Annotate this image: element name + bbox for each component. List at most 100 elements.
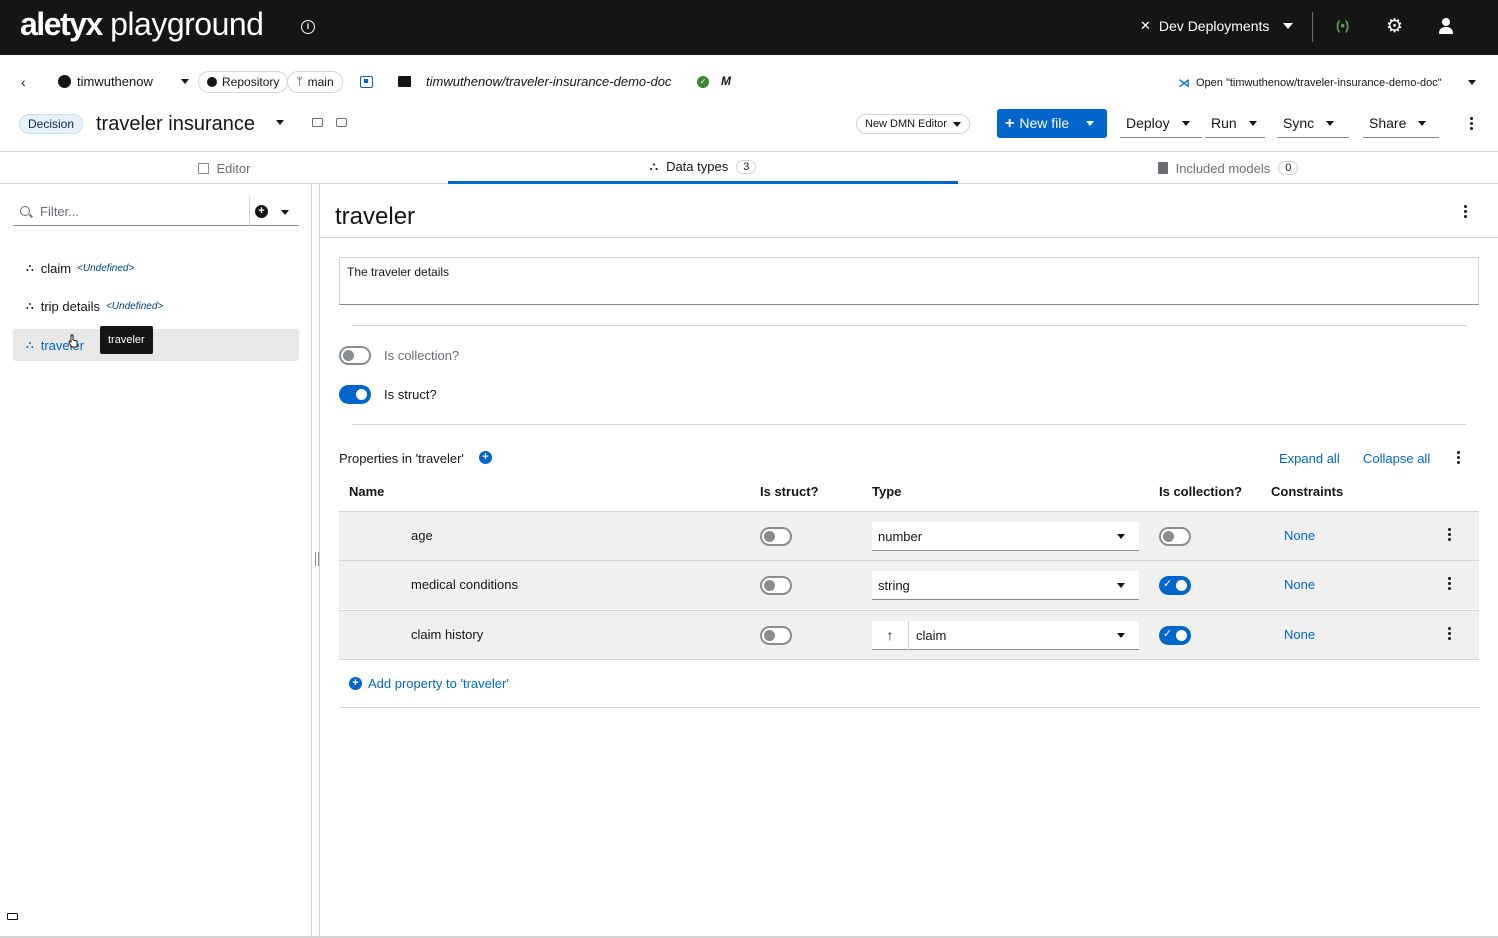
data-type-icon: ⛬ bbox=[26, 261, 34, 274]
connection-status-icon[interactable]: (•) bbox=[1336, 18, 1349, 33]
description-field[interactable]: The traveler details bbox=[339, 257, 1479, 305]
run-button[interactable]: Run bbox=[1205, 109, 1265, 138]
is-struct-toggle[interactable] bbox=[760, 576, 792, 595]
is-collection-toggle[interactable] bbox=[1159, 626, 1191, 645]
filter-input[interactable] bbox=[40, 203, 240, 219]
brand-logo[interactable]: aletyx playground bbox=[20, 6, 264, 43]
chevron-down-icon bbox=[1326, 120, 1335, 126]
is-collection-toggle[interactable] bbox=[1159, 527, 1191, 546]
add-property-button[interactable]: + Add property to 'traveler' bbox=[349, 676, 509, 691]
collapse-all-link[interactable]: Collapse all bbox=[1363, 451, 1430, 466]
repository-path: timwuthenow/traveler-insurance-demo-doc bbox=[426, 74, 672, 89]
dev-deployments-menu[interactable]: ✕ Dev Deployments bbox=[1140, 18, 1294, 34]
model-title[interactable]: traveler insurance bbox=[96, 113, 255, 136]
column-header-is-struct: Is struct? bbox=[760, 484, 819, 499]
deploy-label: Deploy bbox=[1126, 115, 1170, 131]
add-data-type-icon[interactable]: + bbox=[255, 205, 268, 218]
is-struct-toggle[interactable] bbox=[760, 527, 792, 546]
sidebar-item-trip-details[interactable]: ⛬ trip details <Undefined> bbox=[13, 290, 299, 322]
tooltip: traveler bbox=[100, 326, 153, 354]
new-file-button[interactable]: + New file bbox=[997, 109, 1107, 138]
chevron-down-icon[interactable] bbox=[1468, 80, 1476, 85]
data-type-title[interactable]: traveler bbox=[335, 203, 415, 231]
tab-data-types[interactable]: ⛬ Data types 3 bbox=[448, 152, 958, 184]
add-property-icon[interactable]: + bbox=[479, 451, 492, 464]
divider bbox=[1312, 12, 1313, 42]
back-icon[interactable]: ‹ bbox=[21, 74, 26, 90]
folder-icon bbox=[398, 76, 411, 87]
arrow-up-icon[interactable]: ↑ bbox=[872, 621, 909, 650]
divider bbox=[339, 707, 1479, 708]
column-header-type: Type bbox=[872, 484, 902, 499]
share-button[interactable]: Share bbox=[1363, 109, 1439, 138]
type-value: string bbox=[878, 578, 910, 593]
more-options-icon[interactable] bbox=[1464, 205, 1467, 218]
repository-label: Repository bbox=[222, 75, 280, 89]
property-name[interactable]: age bbox=[411, 528, 433, 543]
account-selector[interactable]: timwuthenow bbox=[58, 74, 189, 89]
more-options-icon[interactable] bbox=[1448, 627, 1451, 640]
open-in-vscode-label: Open "timwuthenow/traveler-insurance-dem… bbox=[1196, 77, 1442, 89]
monitor-icon[interactable] bbox=[312, 118, 323, 127]
more-options-icon[interactable] bbox=[1448, 577, 1451, 590]
data-type-icon: ⛬ bbox=[649, 159, 659, 173]
model-toolbar: Decision traveler insurance New DMN Edit… bbox=[0, 105, 1498, 151]
brand-suffix: playground bbox=[110, 6, 264, 42]
branch-icon: ᛘ bbox=[296, 76, 303, 88]
editor-version-selector[interactable]: New DMN Editor bbox=[856, 114, 970, 134]
more-options-icon[interactable] bbox=[1457, 451, 1460, 464]
chevron-down-icon[interactable] bbox=[276, 120, 284, 125]
type-select[interactable]: string bbox=[872, 571, 1139, 600]
gear-icon[interactable]: ⚙ bbox=[1386, 15, 1403, 38]
repository-pill[interactable]: Repository bbox=[198, 71, 289, 93]
sidebar-item-traveler[interactable]: ⛬ traveler bbox=[13, 329, 299, 361]
chevron-down-icon bbox=[180, 79, 189, 84]
data-type-icon: ⛬ bbox=[26, 338, 34, 351]
tab-count-badge: 3 bbox=[736, 159, 757, 174]
is-struct-toggle[interactable] bbox=[339, 385, 371, 404]
deploy-button[interactable]: Deploy bbox=[1120, 109, 1202, 138]
type-select[interactable]: number bbox=[872, 522, 1139, 551]
open-in-vscode-link[interactable]: ⋊ Open "timwuthenow/traveler-insurance-d… bbox=[1178, 76, 1442, 90]
info-icon[interactable]: i bbox=[301, 20, 315, 34]
is-struct-toggle[interactable] bbox=[760, 626, 792, 645]
constraints-link[interactable]: None bbox=[1284, 577, 1315, 592]
chevron-down-icon bbox=[1117, 534, 1125, 539]
modified-flag: M bbox=[721, 74, 731, 88]
drive-icon[interactable] bbox=[336, 118, 347, 127]
chevron-down-icon[interactable] bbox=[1086, 121, 1095, 126]
sync-button[interactable]: Sync bbox=[1277, 109, 1349, 138]
tab-label: Data types bbox=[666, 159, 729, 174]
branch-pill[interactable]: ᛘ main bbox=[287, 71, 343, 93]
tab-included-models[interactable]: Included models 0 bbox=[958, 152, 1498, 184]
is-collection-toggle[interactable] bbox=[339, 346, 371, 365]
dev-deployments-label: Dev Deployments bbox=[1158, 18, 1270, 34]
property-name[interactable]: medical conditions bbox=[411, 577, 518, 592]
more-options-icon[interactable] bbox=[1448, 528, 1451, 541]
constraints-link[interactable]: None bbox=[1284, 627, 1315, 642]
document-icon bbox=[1157, 162, 1168, 174]
new-file-label: New file bbox=[1019, 114, 1070, 131]
sidebar-item-claim[interactable]: ⛬ claim <Undefined> bbox=[13, 252, 299, 284]
is-collection-label: Is collection? bbox=[384, 348, 460, 363]
constraints-link[interactable]: None bbox=[1284, 528, 1315, 543]
chevron-down-icon bbox=[1418, 120, 1427, 126]
type-select[interactable]: ↑ claim bbox=[872, 621, 1139, 650]
data-type-icon: ⛬ bbox=[26, 299, 34, 312]
sidebar-item-label: claim bbox=[40, 260, 72, 276]
expand-all-link[interactable]: Expand all bbox=[1279, 451, 1340, 466]
chevron-down-icon bbox=[1248, 120, 1257, 126]
more-options-icon[interactable] bbox=[1470, 117, 1473, 130]
sync-status-icon[interactable] bbox=[360, 76, 373, 88]
type-undefined-tag: <Undefined> bbox=[105, 300, 164, 312]
user-icon[interactable] bbox=[1438, 17, 1454, 35]
is-collection-toggle[interactable] bbox=[1159, 576, 1191, 595]
tab-editor[interactable]: Editor bbox=[0, 152, 448, 184]
keyboard-icon[interactable] bbox=[7, 913, 18, 920]
panel-resize-handle[interactable] bbox=[313, 184, 320, 938]
chevron-down-icon[interactable] bbox=[281, 210, 289, 215]
editor-tabs: Editor ⛬ Data types 3 Included models 0 bbox=[0, 151, 1498, 184]
chevron-down-icon bbox=[1181, 120, 1190, 126]
property-name[interactable]: claim history bbox=[411, 627, 483, 642]
is-struct-label: Is struct? bbox=[384, 387, 437, 402]
